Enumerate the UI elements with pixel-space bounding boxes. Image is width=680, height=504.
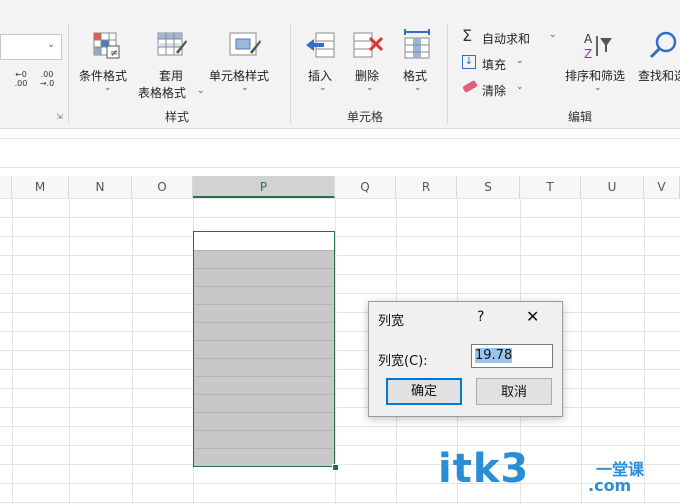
cells-group-label: 单元格: [347, 110, 384, 124]
help-button[interactable]: ?: [477, 309, 484, 325]
conditional-format-button[interactable]: ≠ 条件格式 ⌄: [76, 28, 138, 98]
increase-decimal-icon: .00 →.0: [39, 70, 55, 88]
column-header-t[interactable]: T: [520, 176, 581, 198]
chevron-down-icon: ⌄: [197, 86, 205, 96]
insert-button[interactable]: 插入 ⌄: [300, 28, 344, 98]
number-format-dropdown[interactable]: ⌄: [0, 34, 62, 60]
autosum-label: 自动求和: [482, 32, 531, 46]
conditional-format-label: 条件格式: [79, 69, 128, 83]
group-separator: [447, 24, 448, 124]
column-width-dialog: 列宽 ? ✕ 列宽(C): 19.78 确定 取消: [368, 301, 563, 417]
format-button[interactable]: 格式 ⌄: [395, 28, 439, 98]
table-format-label-2: 表格格式: [138, 86, 187, 100]
group-separator: [68, 24, 69, 124]
styles-group-label: 样式: [165, 110, 190, 124]
editing-group-label: 编辑: [568, 110, 593, 124]
chevron-down-icon: ⌄: [319, 83, 327, 93]
sort-filter-label: 排序和筛选: [565, 69, 626, 83]
column-header-left[interactable]: [0, 176, 12, 198]
column-header-q[interactable]: Q: [335, 176, 396, 198]
delete-button[interactable]: 删除 ⌄: [347, 28, 391, 98]
grid-line: [69, 198, 70, 504]
delete-cells-icon: [353, 32, 384, 58]
sort-filter-button[interactable]: A Z 排序和筛选 ⌄: [562, 28, 634, 98]
fill-button[interactable]: ↓ 填充 ⌄: [460, 54, 540, 74]
table-format-icon: [157, 32, 187, 56]
column-width-label: 列宽(C):: [378, 354, 428, 369]
chevron-down-icon: ⌄: [104, 83, 112, 93]
column-header-o[interactable]: O: [132, 176, 193, 198]
decrease-decimal-button[interactable]: ←0.00: [12, 70, 30, 88]
cell-style-button[interactable]: 单元格样式 ⌄: [208, 28, 282, 98]
chevron-down-icon: ⌄: [549, 30, 557, 40]
column-header-p[interactable]: P: [193, 176, 335, 198]
column-width-value: 19.78: [475, 348, 513, 363]
watermark-dotcom: .com: [588, 476, 632, 495]
delete-label: 删除: [355, 69, 380, 83]
find-select-label: 查找和选: [638, 69, 680, 83]
cell-grid[interactable]: [0, 198, 680, 504]
column-header-v[interactable]: V: [644, 176, 680, 198]
dialog-launcher-icon[interactable]: ⇲: [56, 112, 63, 121]
formula-bar[interactable]: [0, 138, 680, 168]
column-header-s[interactable]: S: [457, 176, 520, 198]
column-header-n[interactable]: N: [69, 176, 132, 198]
chevron-down-icon: ⌄: [516, 56, 524, 66]
format-label: 格式: [403, 69, 428, 83]
table-format-label-1: 套用: [159, 69, 184, 83]
column-header-r[interactable]: R: [396, 176, 457, 198]
ribbon: ⌄ ←0.00 .00 →.0 ⇲ ≠ 条件格式 ⌄ 套用 表格格式 ⌄ 单元格…: [0, 0, 680, 129]
column-header-m[interactable]: M: [12, 176, 69, 198]
watermark-logo: itk3: [438, 446, 530, 492]
chevron-down-icon: ⌄: [47, 39, 56, 50]
magnifier-icon: [649, 31, 677, 59]
sort-filter-icon: A Z: [584, 32, 612, 61]
selected-cells: [194, 250, 334, 466]
format-as-table-button[interactable]: 套用 表格格式 ⌄: [138, 28, 206, 108]
column-header-u[interactable]: U: [581, 176, 644, 198]
sigma-icon: Σ: [462, 26, 473, 45]
ok-button[interactable]: 确定: [386, 378, 462, 405]
grid-line: [644, 198, 645, 504]
autosum-button[interactable]: Σ 自动求和 ⌄: [460, 26, 560, 48]
grid-line: [12, 198, 13, 504]
fill-down-icon: ↓: [462, 55, 476, 69]
increase-decimal-button[interactable]: .00 →.0: [38, 70, 56, 88]
fill-label: 填充: [482, 58, 507, 72]
clear-label: 清除: [482, 84, 507, 98]
cell-style-icon: [229, 32, 261, 56]
chevron-down-icon: ⌄: [414, 83, 422, 93]
chevron-down-icon: ⌄: [366, 83, 374, 93]
insert-label: 插入: [308, 69, 333, 83]
chevron-down-icon: ⌄: [594, 83, 602, 93]
insert-cells-icon: [306, 32, 335, 58]
format-cells-icon: [404, 29, 430, 59]
chevron-down-icon: ⌄: [516, 82, 524, 92]
group-separator: [290, 24, 291, 124]
column-header-row: M N O P Q R S T U V: [0, 176, 680, 199]
fill-handle[interactable]: [332, 464, 339, 471]
cell-style-label: 单元格样式: [209, 69, 270, 83]
eraser-icon: [462, 79, 478, 94]
cancel-button[interactable]: 取消: [476, 378, 552, 405]
svg-text:A: A: [584, 32, 593, 46]
dialog-title: 列宽: [378, 314, 405, 329]
svg-text:≠: ≠: [110, 48, 118, 59]
grid-line: [581, 198, 582, 504]
decrease-decimal-icon: ←0.00: [14, 70, 28, 88]
close-icon[interactable]: ✕: [526, 307, 539, 326]
grid-line: [132, 198, 133, 504]
column-width-input[interactable]: 19.78: [471, 344, 553, 368]
chevron-down-icon: ⌄: [241, 83, 249, 93]
grid-line: [335, 198, 336, 504]
conditional-format-icon: ≠: [93, 32, 120, 59]
find-select-button[interactable]: 查找和选: [636, 28, 680, 98]
selected-range[interactable]: [193, 231, 335, 467]
svg-text:Z: Z: [584, 47, 592, 61]
clear-button[interactable]: 清除 ⌄: [460, 79, 540, 100]
